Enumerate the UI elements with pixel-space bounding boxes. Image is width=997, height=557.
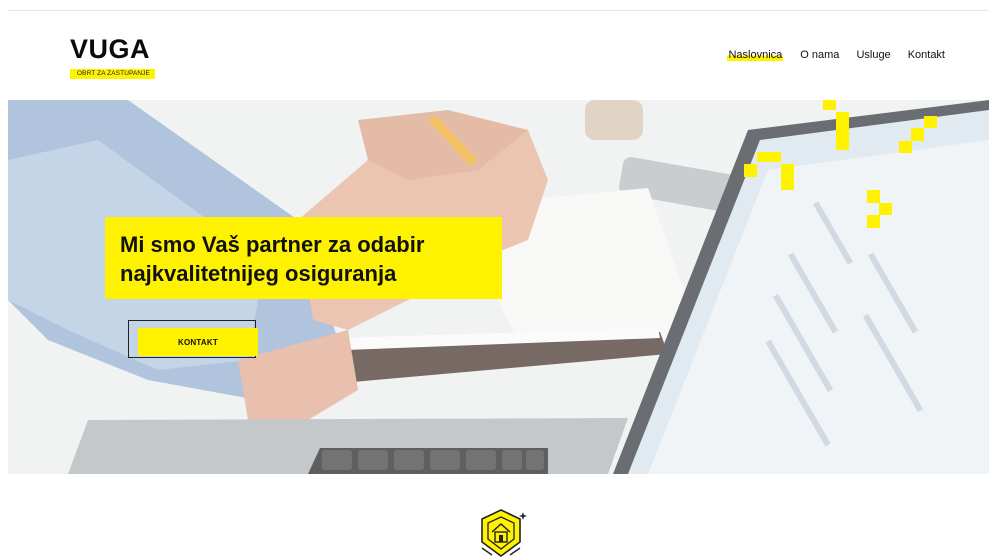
- logo-tagline: OBRT ZA ZASTUPANJE: [70, 69, 155, 79]
- pixel-decoration: [867, 190, 880, 203]
- nav-item-kontakt[interactable]: Kontakt: [908, 49, 945, 61]
- hero-headline-line-2: najkvalitetnijeg osiguranja: [120, 261, 397, 286]
- pixel-decoration: [924, 116, 937, 128]
- hero-headline: Mi smo Vaš partner za odabir najkvalitet…: [105, 217, 502, 299]
- nav-item-o-nama[interactable]: O nama: [800, 49, 839, 61]
- pixel-decoration: [757, 152, 781, 162]
- pixel-decoration: [899, 141, 912, 153]
- pixel-decoration: [911, 128, 924, 141]
- nav-item-usluge[interactable]: Usluge: [856, 49, 890, 61]
- pixel-decoration: [823, 100, 836, 110]
- main-nav: Naslovnica O nama Usluge Kontakt: [727, 49, 945, 61]
- hero-headline-line-1: Mi smo Vaš partner za odabir: [120, 232, 425, 257]
- logo-text: VUGA: [70, 34, 151, 64]
- pixel-decoration: [744, 164, 757, 177]
- contact-button[interactable]: KONTAKT: [138, 328, 258, 356]
- hero-section: Mi smo Vaš partner za odabir najkvalitet…: [8, 100, 989, 474]
- pixel-decoration: [781, 164, 794, 190]
- nav-item-naslovnica[interactable]: Naslovnica: [727, 49, 784, 61]
- page-frame: VUGA OBRT ZA ZASTUPANJE Naslovnica O nam…: [8, 10, 989, 557]
- pixel-decoration: [879, 203, 892, 215]
- pixel-decoration: [836, 112, 849, 150]
- pixel-decoration: [867, 215, 880, 228]
- insurance-house-icon: [481, 509, 527, 557]
- logo[interactable]: VUGA OBRT ZA ZASTUPANJE: [70, 36, 155, 80]
